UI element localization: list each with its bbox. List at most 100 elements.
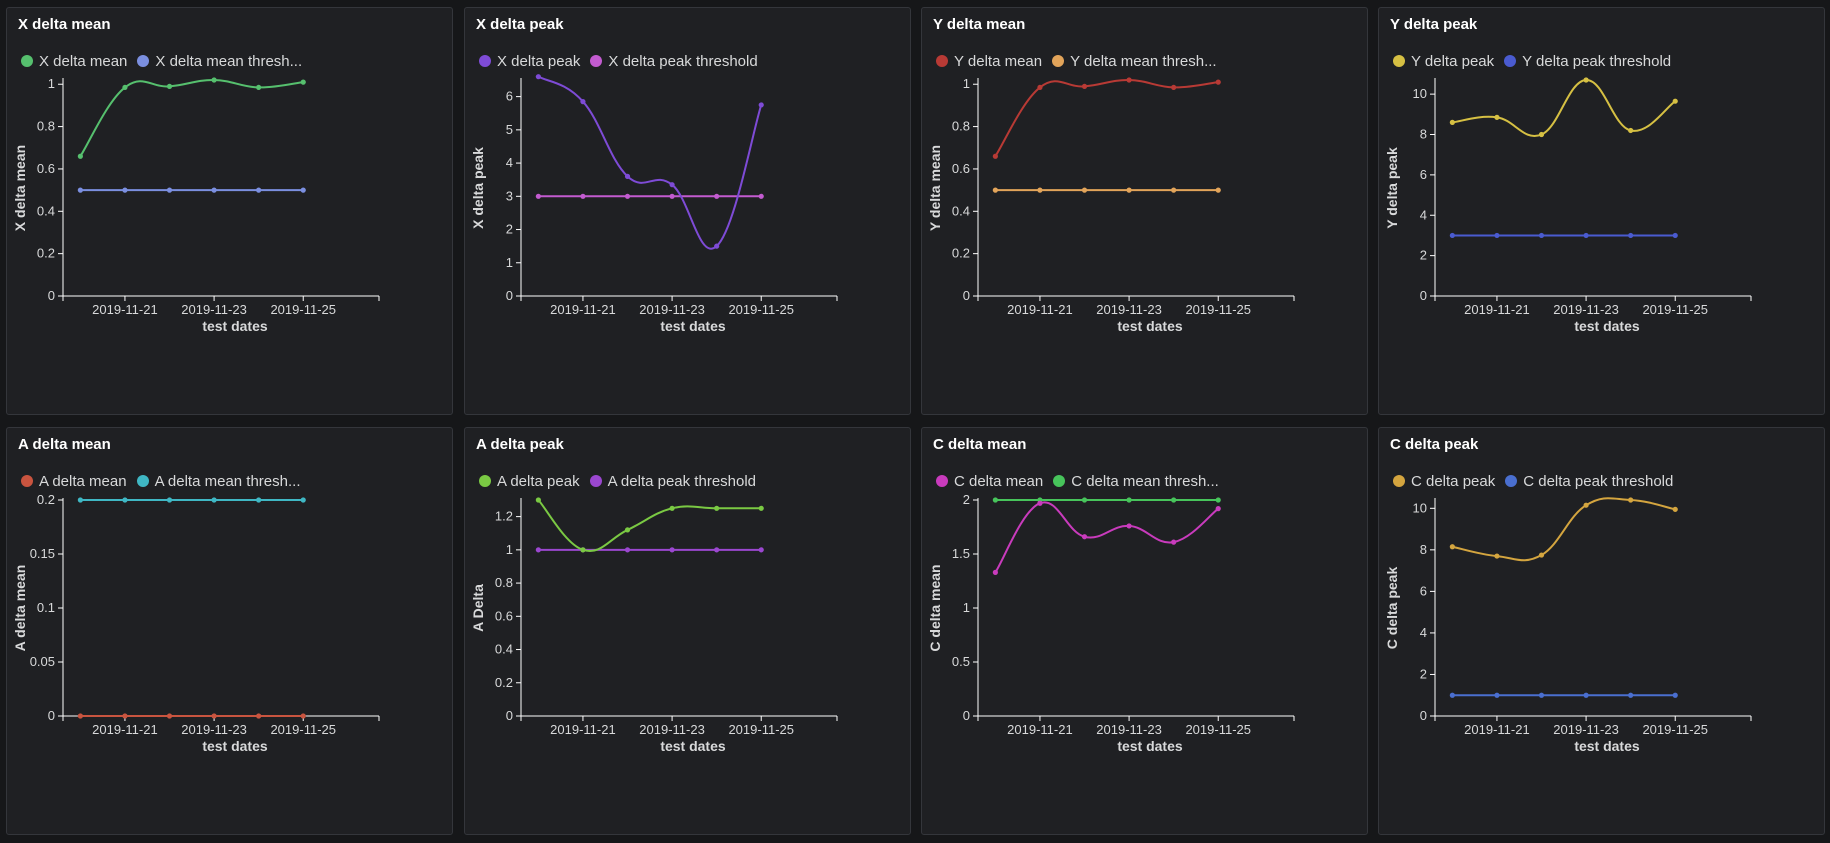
data-point xyxy=(1494,692,1500,698)
x-axis-title: test dates xyxy=(1117,738,1183,754)
data-point xyxy=(77,497,83,503)
data-point xyxy=(580,193,586,199)
y-tick-label: 10 xyxy=(1413,500,1427,515)
x-tick-label: 2019-11-21 xyxy=(1007,722,1073,737)
x-axis-title: test dates xyxy=(202,738,268,754)
data-point xyxy=(1215,187,1221,193)
data-point xyxy=(1081,534,1088,540)
data-point xyxy=(122,713,128,719)
series-line xyxy=(994,501,1219,573)
x-tick-label: 2019-11-25 xyxy=(1185,302,1251,317)
x-tick-label: 2019-11-21 xyxy=(92,722,158,737)
data-point xyxy=(580,547,586,553)
y-tick-label: 1 xyxy=(506,255,513,270)
data-point xyxy=(714,243,720,249)
data-point xyxy=(1494,232,1500,239)
data-point xyxy=(1628,127,1634,134)
series-line xyxy=(79,78,304,157)
data-point xyxy=(300,187,306,193)
data-point xyxy=(714,193,720,199)
y-tick-label: 1.5 xyxy=(952,546,970,561)
data-point xyxy=(211,77,217,83)
panel-a-delta-peak[interactable]: A delta peak A delta peak A delta peak t… xyxy=(464,427,911,835)
line-chart: 0 1 2 3 4 5 6 2019-11-21 2019-11-23 2019-11-25tes… xyxy=(470,74,838,334)
y-tick-label: 0.4 xyxy=(495,642,513,657)
data-point xyxy=(1583,692,1589,698)
data-point xyxy=(1449,232,1455,239)
y-tick-label: 8 xyxy=(1420,542,1427,557)
y-tick-label: 0.05 xyxy=(30,654,55,669)
data-point xyxy=(77,713,83,719)
y-tick-label: 10 xyxy=(1413,86,1427,101)
y-tick-label: 2 xyxy=(1420,248,1427,263)
panel-x-delta-peak[interactable]: X delta peak X delta peak X delta peak t… xyxy=(464,7,911,415)
x-tick-label: 2019-11-25 xyxy=(1185,722,1251,737)
data-point xyxy=(1494,553,1500,559)
series-line xyxy=(1452,78,1676,138)
panel-a-delta-mean[interactable]: A delta mean A delta mean A delta mean t… xyxy=(6,427,453,835)
data-point xyxy=(300,713,306,719)
data-point xyxy=(300,497,306,503)
y-tick-label: 0 xyxy=(506,708,513,723)
data-point xyxy=(1037,187,1043,193)
data-point xyxy=(714,547,720,553)
panel-c-delta-mean[interactable]: C delta mean C delta mean C delta mean t… xyxy=(921,427,1368,835)
data-point xyxy=(1126,77,1132,83)
panel-x-delta-mean[interactable]: X delta mean X delta mean X delta mean t… xyxy=(6,7,453,415)
data-point xyxy=(1583,502,1589,508)
data-point xyxy=(122,497,128,503)
data-point xyxy=(714,505,720,511)
data-point xyxy=(1171,539,1177,545)
y-tick-label: 0.15 xyxy=(30,546,55,561)
x-tick-label: 2019-11-23 xyxy=(639,302,705,317)
line-chart: 0 2 4 6 8 10 2019-11-21 2019-11-23 2019-11-25tes… xyxy=(1384,497,1752,754)
y-tick-label: 1 xyxy=(506,542,513,557)
y-tick-label: 5 xyxy=(506,122,513,137)
data-point xyxy=(256,84,262,91)
x-axis-title: test dates xyxy=(1117,318,1183,334)
y-tick-label: 4 xyxy=(1420,625,1427,640)
x-tick-label: 2019-11-23 xyxy=(1096,302,1162,317)
data-point xyxy=(1628,692,1634,698)
panel-c-delta-peak[interactable]: C delta peak C delta peak C delta peak t… xyxy=(1378,427,1825,835)
data-point xyxy=(77,187,83,193)
y-axis-title: A Delta xyxy=(470,584,486,632)
data-point xyxy=(580,99,586,105)
y-tick-label: 0.4 xyxy=(37,203,55,218)
y-axis-title: A delta mean xyxy=(12,565,28,652)
panel-y-delta-mean[interactable]: Y delta mean Y delta mean Y delta mean t… xyxy=(921,7,1368,415)
data-point xyxy=(211,497,217,503)
data-point xyxy=(1081,187,1088,193)
series-line xyxy=(537,75,763,250)
x-tick-label: 2019-11-25 xyxy=(728,302,794,317)
data-point xyxy=(1081,497,1088,503)
y-tick-label: 0.6 xyxy=(495,608,513,623)
panel-y-delta-peak[interactable]: Y delta peak Y delta peak Y delta peak t… xyxy=(1378,7,1825,415)
y-tick-label: 0.2 xyxy=(952,246,970,261)
y-tick-label: 0 xyxy=(48,288,55,303)
x-tick-label: 2019-11-25 xyxy=(1642,302,1708,317)
data-point xyxy=(1583,77,1589,83)
data-point xyxy=(535,547,541,553)
x-tick-label: 2019-11-23 xyxy=(1553,722,1619,737)
data-point xyxy=(1538,131,1545,138)
data-point xyxy=(256,497,262,503)
data-point xyxy=(624,547,631,553)
y-tick-label: 0.2 xyxy=(37,492,55,507)
x-tick-label: 2019-11-23 xyxy=(639,722,705,737)
data-point xyxy=(758,505,764,511)
data-point xyxy=(1037,500,1043,506)
y-tick-label: 8 xyxy=(1420,127,1427,142)
data-point xyxy=(77,153,83,159)
data-point xyxy=(1672,692,1678,698)
x-axis-title: test dates xyxy=(202,318,268,334)
data-point xyxy=(758,193,764,199)
y-tick-label: 4 xyxy=(1420,207,1427,222)
data-point xyxy=(1037,84,1043,91)
y-tick-label: 0.8 xyxy=(495,575,513,590)
line-chart: 0 0.5 1 1.5 2 2019-11-21 2019-11-23 2019-11-25t… xyxy=(927,492,1295,754)
line-chart: 0 0.2 0.4 0.6 0.8 1 2019-11-21 2019-11-23 2019-1… xyxy=(12,76,380,334)
data-point xyxy=(1081,83,1088,89)
y-tick-label: 0.2 xyxy=(37,246,55,261)
y-tick-label: 2 xyxy=(963,492,970,507)
